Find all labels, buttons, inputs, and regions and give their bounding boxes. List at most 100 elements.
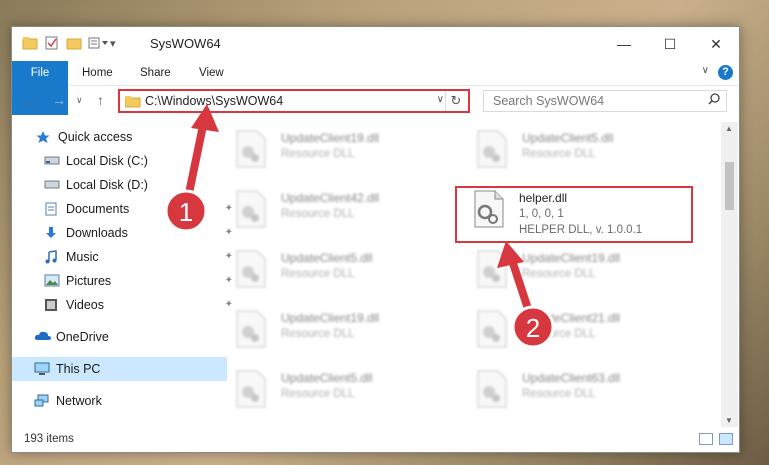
file-type: Resource DLL <box>281 148 355 160</box>
file-type: Resource DLL <box>281 268 355 280</box>
sidebar-item-label: Pictures <box>66 274 112 288</box>
videos-icon <box>44 298 60 312</box>
sidebar-item-videos[interactable]: Videos ✦ <box>12 293 237 317</box>
file-name: UpdateClient19.dll <box>281 311 380 325</box>
sidebar-item-label: This PC <box>56 362 101 376</box>
sidebar-item-label: Local Disk (D:) <box>66 178 148 192</box>
file-item[interactable]: UpdateClient19.dll Resource DLL <box>477 246 687 300</box>
file-list: UpdateClient19.dll Resource DLL UpdateCl… <box>216 122 721 420</box>
file-item[interactable]: UpdateClient42.dll Resource DLL <box>236 186 446 240</box>
dll-file-icon <box>236 310 266 348</box>
computer-icon <box>34 362 50 376</box>
sidebar-item-label: Videos <box>66 298 104 312</box>
back-button[interactable]: ← <box>24 92 38 108</box>
sidebar-item-local-disk-d[interactable]: Local Disk (D:) <box>12 173 237 197</box>
sidebar-item-network[interactable]: Network <box>12 389 227 413</box>
drive-icon <box>44 178 60 192</box>
title-bar: ▾ SysWOW64 — ☐ ✕ <box>12 27 739 61</box>
file-type: Resource DLL <box>522 268 596 280</box>
file-item[interactable]: UpdateClient5.dll Resource DLL <box>477 126 687 180</box>
sidebar-item-local-disk-c[interactable]: Local Disk (C:) <box>12 149 237 173</box>
file-type: Resource DLL <box>522 388 596 400</box>
minimize-button[interactable]: — <box>601 27 647 61</box>
file-name: UpdateClient5.dll <box>522 131 614 145</box>
file-type: Resource DLL <box>522 328 596 340</box>
ribbon: File Home Share View ∨ ? <box>12 61 739 115</box>
file-item[interactable]: UpdateClient63.dll Resource DLL <box>477 366 687 420</box>
help-icon[interactable]: ? <box>718 65 733 80</box>
sidebar-item-label: Local Disk (C:) <box>66 154 148 168</box>
sidebar-item-documents[interactable]: Documents ✦ <box>12 197 237 221</box>
navigation-pane: Quick access Local Disk (C:) Local Disk … <box>12 122 233 420</box>
documents-icon <box>44 202 60 216</box>
window-title: SysWOW64 <box>150 36 221 51</box>
file-item[interactable]: UpdateClient5.dll Resource DLL <box>236 246 446 300</box>
file-name: UpdateClient21.dll <box>522 311 621 325</box>
file-type: Resource DLL <box>281 328 355 340</box>
address-bar[interactable]: C:\Windows\SysWOW64 ∨ ↻ <box>118 89 470 113</box>
file-type: Resource DLL <box>522 148 596 160</box>
file-item[interactable]: UpdateClient19.dll Resource DLL <box>236 126 446 180</box>
quick-access-toolbar: ▾ <box>22 36 116 50</box>
refresh-button[interactable]: ↻ <box>445 91 466 111</box>
drive-icon <box>44 154 60 168</box>
dll-file-icon <box>477 310 507 348</box>
file-item[interactable]: UpdateClient5.dll Resource DLL <box>236 366 446 420</box>
sidebar-item-quick-access[interactable]: Quick access <box>12 125 229 149</box>
helper-dll-highlight <box>455 186 693 243</box>
file-name: UpdateClient19.dll <box>522 251 621 265</box>
scrollbar-thumb[interactable] <box>725 162 734 210</box>
vertical-scrollbar[interactable]: ▲ ▼ <box>721 122 738 427</box>
dll-file-icon <box>477 370 507 408</box>
sidebar-item-pictures[interactable]: Pictures ✦ <box>12 269 237 293</box>
download-icon <box>44 226 60 240</box>
navigation-bar: ← → ∨ ↑ C:\Windows\SysWOW64 ∨ ↻ Search S… <box>12 86 739 118</box>
dll-file-icon <box>236 250 266 288</box>
dll-file-icon <box>236 370 266 408</box>
tab-view[interactable]: View <box>199 61 224 85</box>
network-icon <box>34 394 50 408</box>
maximize-button[interactable]: ☐ <box>647 27 693 61</box>
music-icon <box>44 250 60 264</box>
sidebar-item-downloads[interactable]: Downloads ✦ <box>12 221 237 245</box>
dll-file-icon <box>477 130 507 168</box>
address-path[interactable]: C:\Windows\SysWOW64 <box>145 94 283 108</box>
item-count: 193 items <box>24 433 74 445</box>
sidebar-item-onedrive[interactable]: OneDrive <box>12 325 227 349</box>
search-icon[interactable] <box>708 93 720 108</box>
details-view-icon[interactable] <box>699 433 713 445</box>
cloud-icon <box>34 330 51 344</box>
dll-file-icon <box>477 250 507 288</box>
status-bar: 193 items <box>12 428 739 452</box>
dll-file-icon <box>236 190 266 228</box>
file-name: UpdateClient19.dll <box>281 131 380 145</box>
search-input[interactable]: Search SysWOW64 <box>483 90 727 112</box>
forward-button[interactable]: → <box>52 92 66 108</box>
folder-icon <box>124 95 141 113</box>
new-folder-icon[interactable] <box>66 36 82 50</box>
scroll-up-icon[interactable]: ▲ <box>725 124 733 133</box>
large-icons-view-icon[interactable] <box>719 433 733 445</box>
file-name: UpdateClient63.dll <box>522 371 621 385</box>
up-button[interactable]: ↑ <box>97 92 104 108</box>
toolbar-separator-icon: ▾ <box>110 37 116 50</box>
recent-locations-button[interactable]: ∨ <box>76 95 83 106</box>
sidebar-item-label: Documents <box>66 202 130 216</box>
file-item[interactable]: UpdateClient19.dll Resource DLL <box>236 306 446 360</box>
tab-home[interactable]: Home <box>82 61 113 85</box>
file-type: Resource DLL <box>281 208 355 220</box>
file-item[interactable]: UpdateClient21.dll Resource DLL <box>477 306 687 360</box>
file-type: Resource DLL <box>281 388 355 400</box>
scroll-down-icon[interactable]: ▼ <box>725 416 733 425</box>
customize-toolbar-icon[interactable] <box>88 36 108 50</box>
sidebar-item-this-pc[interactable]: This PC <box>12 357 227 381</box>
dll-file-icon <box>236 130 266 168</box>
sidebar-item-music[interactable]: Music ✦ <box>12 245 237 269</box>
properties-icon[interactable] <box>44 36 60 50</box>
sidebar-item-label: Music <box>66 250 99 264</box>
tab-share[interactable]: Share <box>140 61 171 85</box>
close-button[interactable]: ✕ <box>693 27 739 61</box>
file-name: UpdateClient5.dll <box>281 251 373 265</box>
address-dropdown-icon[interactable]: ∨ <box>437 94 444 105</box>
collapse-ribbon-icon[interactable]: ∨ <box>702 65 709 76</box>
